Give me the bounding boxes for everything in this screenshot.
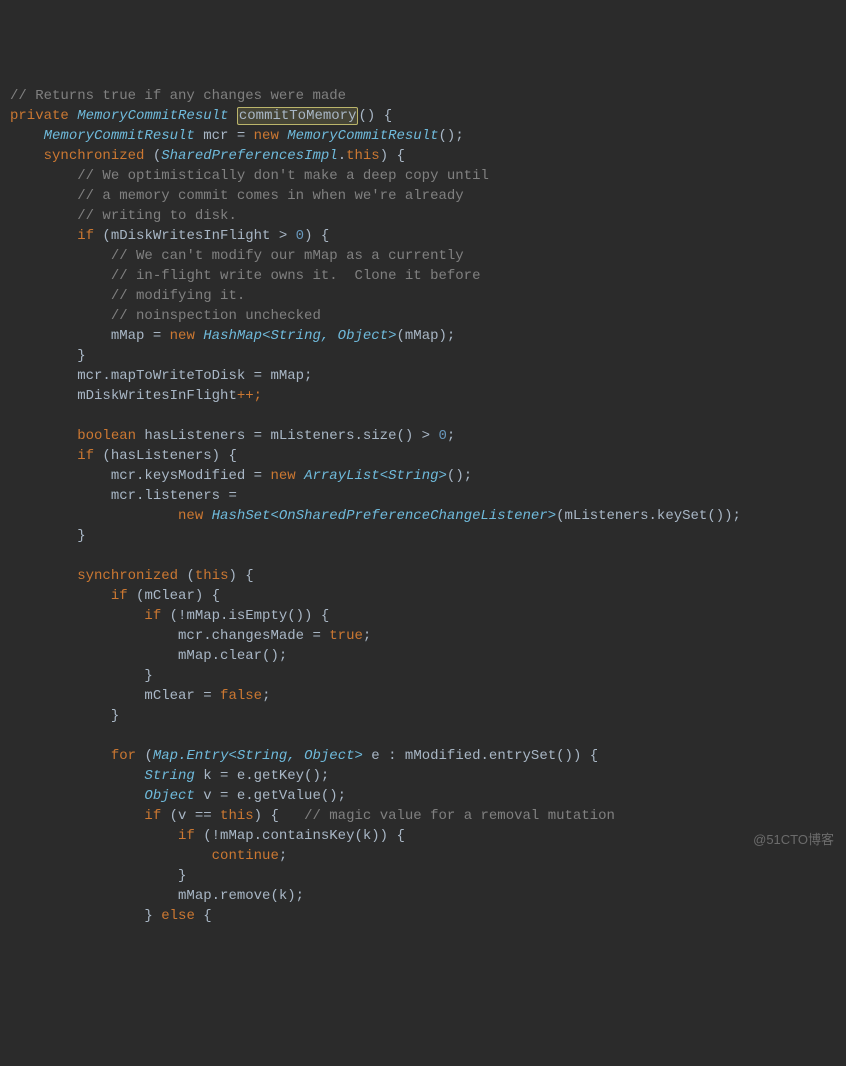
code-text: (mMap); <box>397 328 456 344</box>
comment: // magic value for a removal mutation <box>304 808 615 824</box>
code-text: { <box>195 908 212 924</box>
code-text: ) { <box>254 808 304 824</box>
code-text: ; <box>363 628 371 644</box>
keyword-this: this <box>220 808 254 824</box>
code-text: mcr.mapToWriteToDisk = mMap; <box>77 368 312 384</box>
code-text: mcr = <box>195 128 254 144</box>
keyword-continue: continue <box>212 848 279 864</box>
code-text: mClear = <box>144 688 220 704</box>
code-text: k = e.getKey(); <box>195 768 329 784</box>
keyword-new: new <box>254 128 279 144</box>
keyword-new: new <box>178 508 203 524</box>
code-text: ( <box>178 568 195 584</box>
code-text: (!mMap.isEmpty()) { <box>161 608 329 624</box>
code-text: } <box>77 348 85 364</box>
type: String <box>144 768 194 784</box>
type: MemoryCommitResult <box>279 128 439 144</box>
type: Object <box>144 788 194 804</box>
code-text: } <box>111 708 119 724</box>
number: 0 <box>296 228 304 244</box>
keyword-boolean: boolean <box>77 428 136 444</box>
code-text: ; <box>279 848 287 864</box>
method-name-highlighted: commitToMemory <box>237 107 359 125</box>
code-text: } <box>144 908 161 924</box>
type: SharedPreferencesImpl <box>161 148 337 164</box>
code-text: (mListeners.keySet()); <box>556 508 741 524</box>
code-text: (hasListeners) { <box>94 448 237 464</box>
code-text: mDiskWritesInFlight <box>77 388 237 404</box>
comment: // a memory commit comes in when we're a… <box>77 188 463 204</box>
keyword-if: if <box>77 448 94 464</box>
code-text: } <box>178 868 186 884</box>
keyword-if: if <box>178 828 195 844</box>
keyword-true: true <box>329 628 363 644</box>
operator: ++; <box>237 388 262 404</box>
code-text: (mDiskWritesInFlight > <box>94 228 296 244</box>
comment: // writing to disk. <box>77 208 237 224</box>
code-text: (!mMap.containsKey(k)) { <box>195 828 405 844</box>
keyword-if: if <box>144 608 161 624</box>
number: 0 <box>438 428 446 444</box>
code-text: } <box>77 528 85 544</box>
code-text: . <box>338 148 346 164</box>
code-text: hasListeners = mListeners.size() > <box>136 428 438 444</box>
type: Map.Entry<String, Object> <box>153 748 363 764</box>
keyword-synchronized: synchronized <box>77 568 178 584</box>
code-text: (); <box>439 128 464 144</box>
type: HashMap<String, Object> <box>195 328 397 344</box>
keyword-if: if <box>77 228 94 244</box>
code-text: ; <box>262 688 270 704</box>
keyword-else: else <box>161 908 195 924</box>
keyword-for: for <box>111 748 136 764</box>
keyword-synchronized: synchronized <box>44 148 145 164</box>
code-text: ; <box>447 428 455 444</box>
code-text: v = e.getValue(); <box>195 788 346 804</box>
comment: // Returns true if any changes were made <box>10 88 346 104</box>
code-text: (); <box>447 468 472 484</box>
comment: // We can't modify our mMap as a current… <box>111 248 464 264</box>
comment: // We optimistically don't make a deep c… <box>77 168 489 184</box>
watermark-corner: @51CTO博客 <box>753 830 834 850</box>
keyword-this: this <box>195 568 229 584</box>
code-text: (mClear) { <box>128 588 220 604</box>
code-text: ) { <box>380 148 405 164</box>
code-text: mMap.clear(); <box>178 648 287 664</box>
code-text: () { <box>358 108 392 124</box>
type: MemoryCommitResult <box>77 108 228 124</box>
keyword-new: new <box>270 468 295 484</box>
keyword-if: if <box>111 588 128 604</box>
code-text: mMap = <box>111 328 170 344</box>
type: ArrayList<String> <box>296 468 447 484</box>
keyword-if: if <box>144 808 161 824</box>
type: MemoryCommitResult <box>44 128 195 144</box>
code-text: ) { <box>228 568 253 584</box>
code-text: ) { <box>304 228 329 244</box>
code-text: mcr.changesMade = <box>178 628 329 644</box>
keyword-false: false <box>220 688 262 704</box>
code-text: (v == <box>161 808 220 824</box>
comment: // in-flight write owns it. Clone it bef… <box>111 268 481 284</box>
type: HashSet<OnSharedPreferenceChangeListener… <box>203 508 556 524</box>
code-text: mMap.remove(k); <box>178 888 304 904</box>
code-text: ( <box>136 748 153 764</box>
code-text: e : mModified.entrySet()) { <box>363 748 598 764</box>
code-text: mcr.listeners = <box>111 488 237 504</box>
code-text: } <box>144 668 152 684</box>
code-text: ( <box>144 148 161 164</box>
keyword-this: this <box>346 148 380 164</box>
keyword-private: private <box>10 108 69 124</box>
comment: // noinspection unchecked <box>111 308 321 324</box>
keyword-new: new <box>170 328 195 344</box>
comment: // modifying it. <box>111 288 245 304</box>
code-editor[interactable]: // Returns true if any changes were made… <box>10 86 846 926</box>
code-text: mcr.keysModified = <box>111 468 271 484</box>
